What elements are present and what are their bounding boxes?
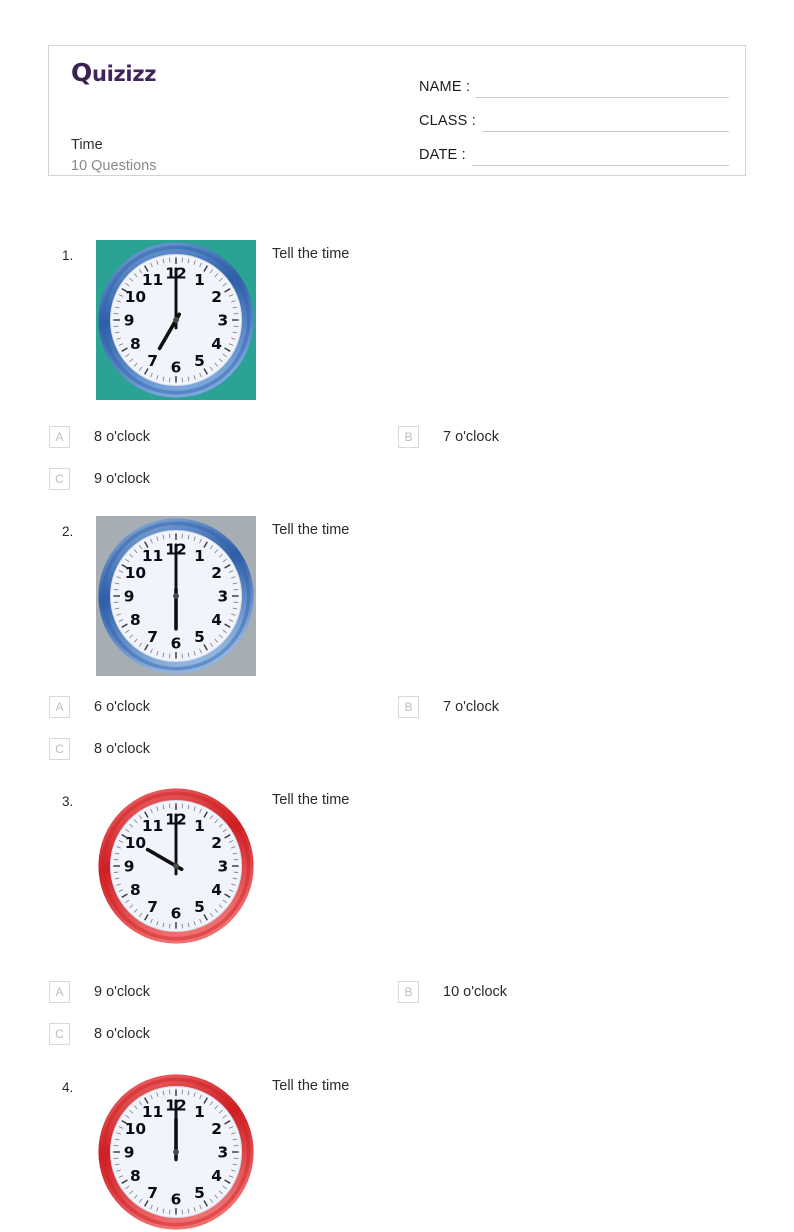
option-text: 7 o'clock xyxy=(443,429,499,445)
class-field-label: CLASS : xyxy=(419,113,476,132)
svg-text:8: 8 xyxy=(130,881,141,899)
question-prompt: Tell the time xyxy=(272,246,349,262)
svg-text:1: 1 xyxy=(194,547,205,565)
svg-text:3: 3 xyxy=(218,1143,229,1161)
svg-text:8: 8 xyxy=(130,335,141,353)
analog-clock-image: 121234567891011 xyxy=(96,516,256,676)
option-letter-badge: C xyxy=(49,738,70,760)
svg-text:10: 10 xyxy=(125,834,146,852)
class-field-input[interactable] xyxy=(482,113,729,132)
option-letter-badge: A xyxy=(49,696,70,718)
option-letter-badge: B xyxy=(398,426,419,448)
svg-text:6: 6 xyxy=(171,358,182,376)
option-text: 6 o'clock xyxy=(94,699,150,715)
answer-option[interactable]: B 7 o'clock xyxy=(398,696,499,718)
question-number: 3. xyxy=(62,794,73,809)
date-field-row: DATE : xyxy=(419,132,729,166)
quizizz-logo: Quizizz xyxy=(71,60,401,85)
answer-option[interactable]: A 9 o'clock xyxy=(49,981,150,1003)
svg-text:10: 10 xyxy=(125,564,146,582)
svg-text:9: 9 xyxy=(124,857,135,875)
svg-text:9: 9 xyxy=(124,1143,135,1161)
date-field-label: DATE : xyxy=(419,147,466,166)
option-text: 9 o'clock xyxy=(94,471,150,487)
answer-option[interactable]: C 8 o'clock xyxy=(49,738,150,760)
analog-clock-image: 121234567891011 xyxy=(96,1072,256,1232)
svg-text:10: 10 xyxy=(125,288,146,306)
logo-text: uizizz xyxy=(92,62,156,86)
svg-text:5: 5 xyxy=(194,628,205,646)
svg-text:11: 11 xyxy=(142,1103,163,1121)
svg-text:8: 8 xyxy=(130,1167,141,1185)
question-prompt: Tell the time xyxy=(272,792,349,808)
logo-q-icon: Q xyxy=(71,58,92,87)
answer-option[interactable]: A 8 o'clock xyxy=(49,426,150,448)
svg-text:8: 8 xyxy=(130,611,141,629)
date-field-input[interactable] xyxy=(472,147,729,166)
svg-text:5: 5 xyxy=(194,898,205,916)
question-prompt: Tell the time xyxy=(272,1078,349,1094)
option-text: 8 o'clock xyxy=(94,741,150,757)
question-number: 1. xyxy=(62,248,73,263)
svg-text:9: 9 xyxy=(124,587,135,605)
question-prompt: Tell the time xyxy=(272,522,349,538)
answer-option[interactable]: B 10 o'clock xyxy=(398,981,507,1003)
svg-text:6: 6 xyxy=(171,634,182,652)
svg-text:7: 7 xyxy=(147,628,158,646)
svg-text:7: 7 xyxy=(147,1184,158,1202)
svg-text:2: 2 xyxy=(211,834,222,852)
svg-text:11: 11 xyxy=(142,817,163,835)
svg-text:2: 2 xyxy=(211,564,222,582)
svg-text:1: 1 xyxy=(194,271,205,289)
option-text: 7 o'clock xyxy=(443,699,499,715)
analog-clock-image: 121234567891011 xyxy=(96,240,256,400)
question-number: 4. xyxy=(62,1080,73,1095)
worksheet-header-card: Quizizz Time 10 Questions NAME : CLASS :… xyxy=(48,45,746,176)
svg-text:9: 9 xyxy=(124,311,135,329)
svg-text:7: 7 xyxy=(147,898,158,916)
svg-text:4: 4 xyxy=(211,1167,222,1185)
svg-text:5: 5 xyxy=(194,1184,205,1202)
svg-text:11: 11 xyxy=(142,271,163,289)
option-letter-badge: C xyxy=(49,1023,70,1045)
option-text: 10 o'clock xyxy=(443,984,507,1000)
svg-text:6: 6 xyxy=(171,1190,182,1208)
svg-text:3: 3 xyxy=(218,587,229,605)
answer-option[interactable]: C 8 o'clock xyxy=(49,1023,150,1045)
svg-text:11: 11 xyxy=(142,547,163,565)
svg-text:7: 7 xyxy=(147,352,158,370)
name-field-label: NAME : xyxy=(419,79,470,98)
option-letter-badge: B xyxy=(398,981,419,1003)
svg-text:3: 3 xyxy=(218,311,229,329)
name-field-row: NAME : xyxy=(419,64,729,98)
analog-clock-image: 121234567891011 xyxy=(96,786,256,946)
svg-text:1: 1 xyxy=(194,817,205,835)
answer-option[interactable]: A 6 o'clock xyxy=(49,696,150,718)
svg-text:1: 1 xyxy=(194,1103,205,1121)
option-text: 8 o'clock xyxy=(94,429,150,445)
svg-text:2: 2 xyxy=(211,288,222,306)
name-field-input[interactable] xyxy=(476,79,729,98)
svg-text:5: 5 xyxy=(194,352,205,370)
svg-text:4: 4 xyxy=(211,611,222,629)
header-left-section: Quizizz Time 10 Questions xyxy=(71,60,401,165)
option-letter-badge: B xyxy=(398,696,419,718)
student-info-fields: NAME : CLASS : DATE : xyxy=(419,64,729,166)
question-number: 2. xyxy=(62,524,73,539)
svg-text:6: 6 xyxy=(171,904,182,922)
option-letter-badge: A xyxy=(49,426,70,448)
quiz-question-count: 10 Questions xyxy=(71,156,156,177)
class-field-row: CLASS : xyxy=(419,98,729,132)
quiz-title: Time xyxy=(71,135,103,156)
answer-option[interactable]: C 9 o'clock xyxy=(49,468,150,490)
svg-text:4: 4 xyxy=(211,881,222,899)
option-letter-badge: C xyxy=(49,468,70,490)
option-text: 9 o'clock xyxy=(94,984,150,1000)
svg-text:4: 4 xyxy=(211,335,222,353)
option-text: 8 o'clock xyxy=(94,1026,150,1042)
answer-option[interactable]: B 7 o'clock xyxy=(398,426,499,448)
option-letter-badge: A xyxy=(49,981,70,1003)
svg-text:3: 3 xyxy=(218,857,229,875)
